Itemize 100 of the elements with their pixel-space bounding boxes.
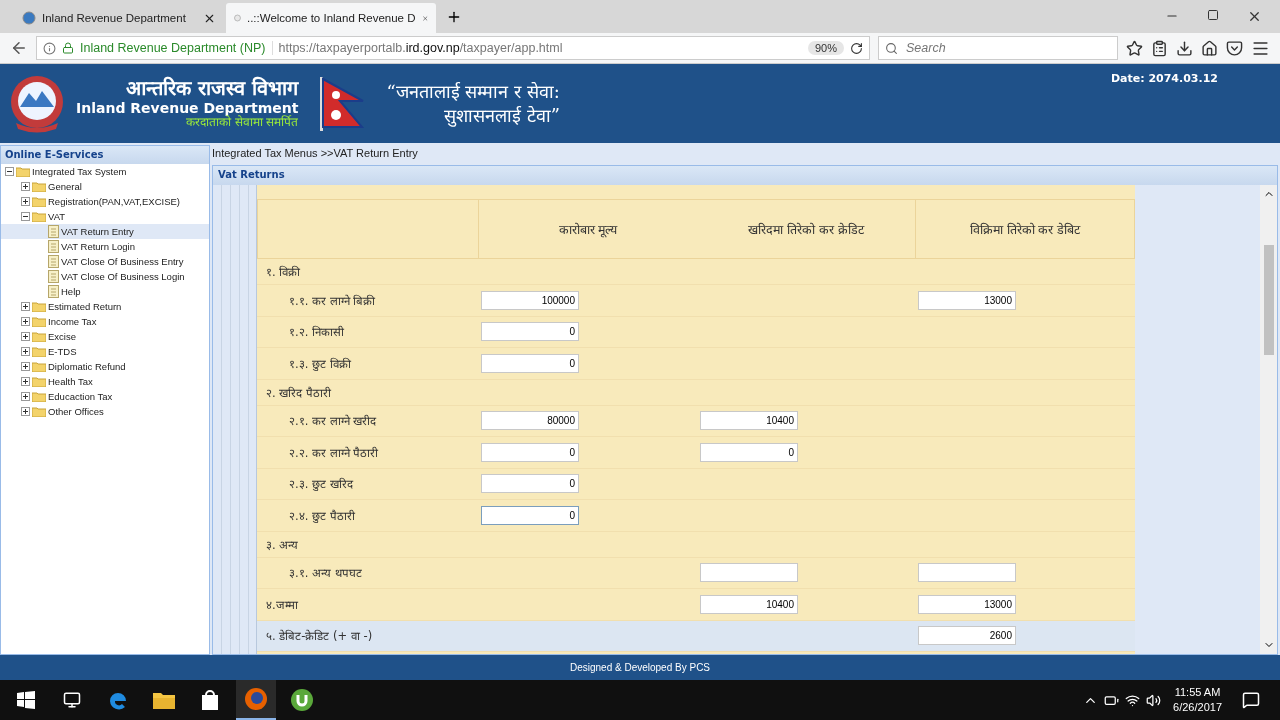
folder-icon bbox=[32, 406, 46, 417]
tree-item[interactable]: Excise bbox=[1, 329, 209, 344]
number-field[interactable]: 80000 bbox=[481, 411, 579, 431]
folder-icon bbox=[32, 376, 46, 387]
expand-icon[interactable] bbox=[21, 182, 30, 191]
collapse-icon[interactable] bbox=[21, 212, 30, 221]
number-field[interactable]: 10400 bbox=[700, 411, 798, 431]
back-icon[interactable] bbox=[10, 39, 28, 57]
tree-item[interactable]: VAT bbox=[1, 209, 209, 224]
tree-item[interactable]: E-TDS bbox=[1, 344, 209, 359]
section-heading: २. खरिद पैठारी bbox=[265, 384, 331, 400]
scroll-thumb[interactable] bbox=[1263, 244, 1274, 355]
tree-item[interactable]: Educaction Tax bbox=[1, 389, 209, 404]
tree-item[interactable]: VAT Close Of Business Entry bbox=[1, 254, 209, 269]
number-field[interactable] bbox=[700, 563, 798, 583]
expand-icon[interactable] bbox=[21, 317, 30, 326]
column-header: खरिदमा तिरेको कर क्रेडिट bbox=[748, 220, 864, 238]
number-field[interactable]: 0 bbox=[481, 505, 579, 525]
column-header: कारोबार मूल्य bbox=[558, 220, 618, 238]
tree-item[interactable]: General bbox=[1, 179, 209, 194]
tree-item[interactable]: Help bbox=[1, 284, 209, 299]
expand-icon[interactable] bbox=[21, 197, 30, 206]
sidebar-title: Online E-Services bbox=[1, 146, 209, 164]
pocket-icon[interactable] bbox=[1226, 39, 1243, 57]
date-text: Date: 2074.03.12 bbox=[1110, 72, 1218, 85]
volume-icon[interactable] bbox=[1146, 692, 1162, 708]
home-icon[interactable] bbox=[1201, 39, 1218, 57]
expand-icon[interactable] bbox=[21, 332, 30, 341]
browser-tab[interactable]: ..::Welcome to Inland Revenue D bbox=[226, 3, 436, 33]
row-label: १.१. कर लाग्ने बिक्री bbox=[288, 292, 376, 308]
reading-list-icon[interactable] bbox=[1151, 39, 1168, 57]
tree-item[interactable]: VAT Return Login bbox=[1, 239, 209, 254]
search-field[interactable]: Search bbox=[878, 36, 1118, 60]
expand-icon[interactable] bbox=[21, 377, 30, 386]
tree-item[interactable]: VAT Close Of Business Login bbox=[1, 269, 209, 284]
document-icon bbox=[48, 270, 59, 283]
row-label: २.४. छुट पैठारी bbox=[288, 507, 355, 523]
clock-time[interactable]: 11:55 AM bbox=[1174, 685, 1221, 700]
expand-icon[interactable] bbox=[21, 407, 30, 416]
tree-item[interactable]: Integrated Tax System bbox=[1, 164, 209, 179]
number-field[interactable]: 13000 bbox=[918, 594, 1016, 614]
number-field[interactable]: 2600 bbox=[918, 626, 1016, 646]
row-label: ५. डेबिट-क्रेडिट (+ वा -) bbox=[265, 628, 373, 644]
expand-icon[interactable] bbox=[21, 362, 30, 371]
tree-item[interactable]: Other Offices bbox=[1, 404, 209, 419]
tree-item[interactable]: Health Tax bbox=[1, 374, 209, 389]
firefox-icon[interactable] bbox=[236, 680, 276, 720]
number-field[interactable] bbox=[918, 563, 1016, 583]
folder-icon bbox=[32, 211, 46, 222]
url-text: https://taxpayerportalb.ird.gov.np/taxpayer/app.html bbox=[278, 41, 563, 55]
row-label: २.२. कर लाग्ने पैठारी bbox=[288, 444, 379, 460]
document-icon bbox=[48, 255, 59, 268]
scrollbar[interactable] bbox=[1260, 185, 1277, 654]
expand-icon[interactable] bbox=[21, 392, 30, 401]
row-label: १.२. निकासी bbox=[288, 324, 344, 340]
close-icon[interactable] bbox=[1247, 9, 1262, 24]
footer-text: Designed & Developed By PCS bbox=[569, 662, 711, 673]
row-label: २.३. छुट खरिद bbox=[288, 476, 353, 492]
folder-icon bbox=[32, 361, 46, 372]
number-field[interactable]: 0 bbox=[481, 322, 579, 342]
zoom-level[interactable]: 90% bbox=[807, 41, 844, 55]
reload-icon[interactable] bbox=[850, 41, 863, 55]
lock-icon bbox=[62, 42, 74, 54]
row-label: ४.जम्मा bbox=[265, 596, 298, 612]
notifications-icon[interactable] bbox=[1242, 691, 1260, 709]
bookmark-icon[interactable] bbox=[1126, 39, 1143, 57]
slogan: “जनतालाई सम्मान र सेवा: bbox=[386, 80, 560, 104]
expand-icon[interactable] bbox=[21, 347, 30, 356]
expand-icon[interactable] bbox=[21, 302, 30, 311]
number-field[interactable]: 10400 bbox=[700, 594, 798, 614]
number-field[interactable]: 0 bbox=[481, 353, 579, 373]
tree-item[interactable]: VAT Return Entry bbox=[1, 224, 209, 239]
tree-item[interactable]: Diplomatic Refund bbox=[1, 359, 209, 374]
tree-item[interactable]: Estimated Return bbox=[1, 299, 209, 314]
number-field[interactable]: 0 bbox=[481, 442, 579, 462]
folder-icon bbox=[32, 346, 46, 357]
document-icon bbox=[48, 240, 59, 253]
number-field[interactable]: 13000 bbox=[918, 290, 1016, 310]
address-bar[interactable]: Inland Revenue Department (NP) https://taxpayerportalb.ird.gov.np/taxpayer/app.html 90% bbox=[36, 36, 870, 60]
tree-item[interactable]: Registration(PAN,VAT,EXCISE) bbox=[1, 194, 209, 209]
tree-item[interactable]: Income Tax bbox=[1, 314, 209, 329]
search-icon bbox=[885, 41, 898, 55]
document-icon bbox=[48, 285, 59, 298]
row-label: ३.१. अन्य थपघट bbox=[288, 565, 362, 581]
download-icon[interactable] bbox=[1176, 39, 1193, 57]
collapse-icon[interactable] bbox=[5, 167, 14, 176]
number-field[interactable]: 0 bbox=[700, 442, 798, 462]
folder-icon bbox=[32, 181, 46, 192]
number-field[interactable]: 0 bbox=[481, 474, 579, 494]
site-identity: Inland Revenue Department (NP) bbox=[80, 41, 273, 55]
wifi-icon[interactable] bbox=[1125, 692, 1141, 708]
restore-icon[interactable] bbox=[1207, 9, 1219, 21]
document-icon bbox=[48, 225, 59, 238]
clock-date[interactable]: 6/26/2017 bbox=[1173, 700, 1222, 715]
folder-icon bbox=[32, 331, 46, 342]
browser-tab[interactable]: Inland Revenue Department bbox=[14, 3, 224, 33]
folder-icon bbox=[16, 166, 30, 177]
globe-icon bbox=[22, 11, 36, 25]
number-field[interactable]: 100000 bbox=[481, 290, 579, 310]
folder-icon bbox=[32, 316, 46, 327]
